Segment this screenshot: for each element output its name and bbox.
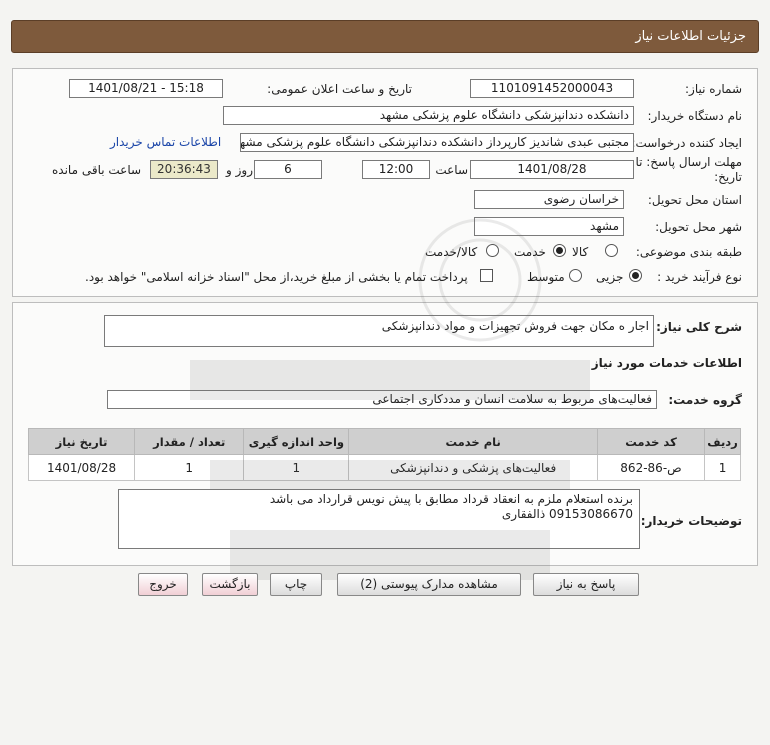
need-number-label: شماره نیاز: xyxy=(685,82,742,96)
days-field: 6 xyxy=(254,160,322,179)
back-button[interactable]: بازگشت xyxy=(202,573,258,596)
announce-field: 1401/08/21 - 15:18 xyxy=(69,79,223,98)
need-number-field: 1101091452000043 xyxy=(470,79,634,98)
reply-button[interactable]: پاسخ به نیاز xyxy=(533,573,639,596)
buyer-notes-line-1: برنده استعلام ملزم به انعقاد قرداد مطابق… xyxy=(269,492,633,506)
remaining-time-field: 20:36:43 xyxy=(150,160,218,179)
col-qty-header: تعداد / مقدار xyxy=(134,428,245,455)
col-row-header: ردیف xyxy=(704,428,741,455)
category-goods-service-radio[interactable] xyxy=(486,244,499,257)
quantity-cell: 1 xyxy=(134,454,245,481)
description-label: شرح کلی نیاز: xyxy=(656,320,742,334)
process-minor-label: جزیی xyxy=(596,270,624,284)
page-header: جزئیات اطلاعات نیاز xyxy=(11,20,759,53)
page-title: جزئیات اطلاعات نیاز xyxy=(635,29,746,44)
days-label: روز و xyxy=(226,163,253,177)
contact-info-link[interactable]: اطلاعات تماس خریدار xyxy=(110,135,221,149)
services-table: ردیف کد خدمت نام خدمت واحد اندازه گیری ت… xyxy=(27,428,741,481)
service-code-cell: ص-86-862 xyxy=(596,454,706,481)
col-unit-header: واحد اندازه گیری xyxy=(243,428,350,455)
remaining-label: ساعت باقی مانده xyxy=(52,163,142,177)
col-date-header: تاریخ نیاز xyxy=(27,428,136,455)
province-field: خراسان رضوی xyxy=(474,190,624,209)
deadline-date-field: 1401/08/28 xyxy=(470,160,634,179)
row-number-cell: 1 xyxy=(704,454,741,481)
service-group-field: فعالیت‌های مربوط به سلامت انسان و مددکار… xyxy=(107,390,657,409)
creator-label: ایجاد کننده درخواست: xyxy=(631,136,742,150)
category-goods-label: کالا xyxy=(572,245,589,259)
buyer-org-field: دانشکده دندانپزشکی دانشگاه علوم پزشکی مش… xyxy=(223,106,634,125)
table-header-row: ردیف کد خدمت نام خدمت واحد اندازه گیری ت… xyxy=(27,428,741,455)
treasury-payment-note: پرداخت تمام یا بخشی از مبلغ خرید،از محل … xyxy=(85,270,468,284)
exit-button[interactable]: خروج xyxy=(138,573,188,596)
table-row: 1 ص-86-862 فعالیت‌های پزشکی و دندانپزشکی… xyxy=(27,454,741,481)
process-label: نوع فرآیند خرید : xyxy=(657,270,742,284)
service-name-cell: فعالیت‌های پزشکی و دندانپزشکی xyxy=(348,454,598,481)
service-group-label: گروه خدمت: xyxy=(668,393,742,407)
category-goods-radio[interactable] xyxy=(605,244,618,257)
category-goods-service-label: کالا/خدمت xyxy=(425,245,478,259)
category-service-label: خدمت xyxy=(514,245,546,259)
services-section-title: اطلاعات خدمات مورد نیاز xyxy=(591,356,742,370)
buyer-notes-field: برنده استعلام ملزم به انعقاد قرداد مطابق… xyxy=(118,489,640,549)
city-label: شهر محل تحویل: xyxy=(655,220,742,234)
buyer-notes-label: توضیحات خریدار: xyxy=(640,514,742,528)
description-field: اجار ه مکان جهت فروش تجهیزات و مواد دندا… xyxy=(104,315,654,347)
col-name-header: نام خدمت xyxy=(348,428,598,455)
city-field: مشهد xyxy=(474,217,624,236)
unit-cell: 1 xyxy=(243,454,350,481)
need-date-cell: 1401/08/28 xyxy=(27,454,136,481)
process-medium-label: متوسط xyxy=(527,270,565,284)
buyer-org-label: نام دستگاه خریدار: xyxy=(647,109,743,123)
process-minor-radio[interactable] xyxy=(629,269,642,282)
deadline-time-field: 12:00 xyxy=(362,160,430,179)
process-medium-radio[interactable] xyxy=(569,269,582,282)
deadline-label: مهلت ارسال پاسخ: تا تاریخ: xyxy=(635,155,742,184)
print-button[interactable]: چاپ xyxy=(270,573,322,596)
treasury-payment-checkbox[interactable] xyxy=(480,269,493,282)
category-label: طبقه بندی موضوعی: xyxy=(635,245,742,259)
province-label: استان محل تحویل: xyxy=(647,193,742,207)
category-service-radio[interactable] xyxy=(553,244,566,257)
col-code-header: کد خدمت xyxy=(596,428,706,455)
buyer-notes-line-2: 09153086670 ذالفقاری xyxy=(501,507,633,521)
attachments-button[interactable]: مشاهده مدارک پیوستی (2) xyxy=(337,573,521,596)
announce-label: تاریخ و ساعت اعلان عمومی: xyxy=(267,82,412,96)
creator-field: مجتبی عبدی شاندیز کارپرداز دانشکده دندان… xyxy=(240,133,634,152)
time-label: ساعت xyxy=(435,163,468,177)
